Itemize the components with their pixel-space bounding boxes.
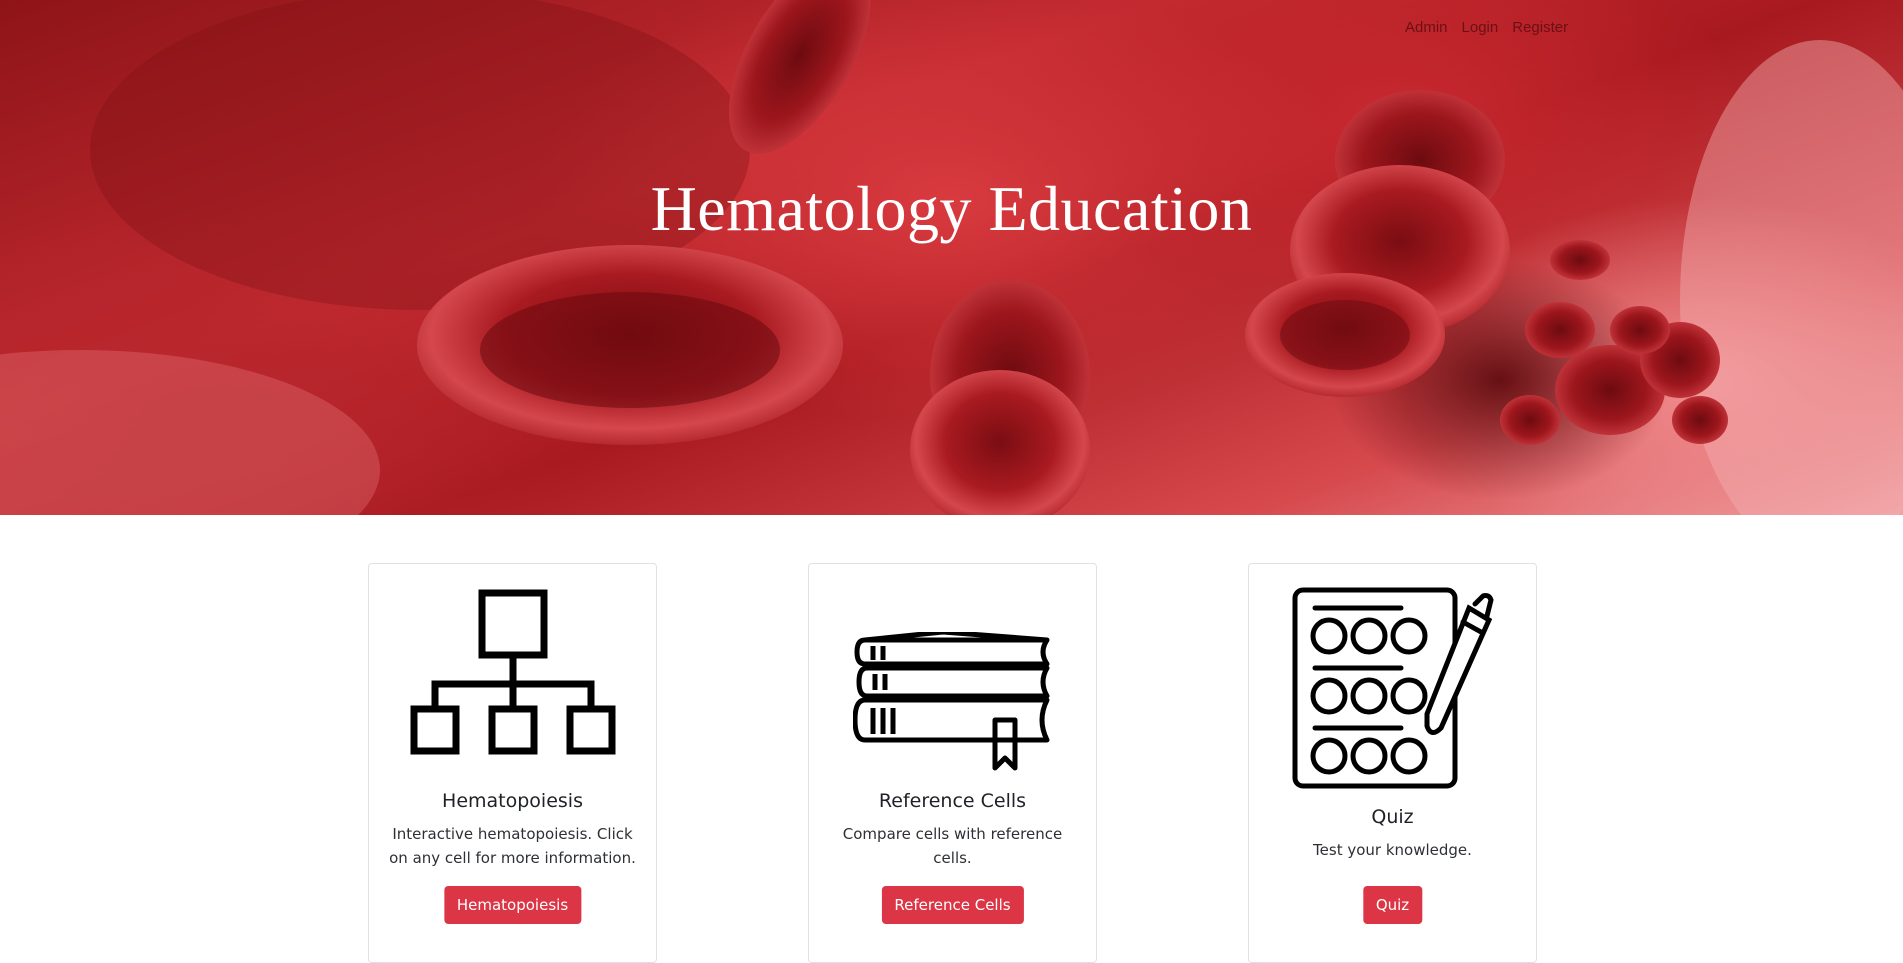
hero-banner: Admin Login Register Hematology Educatio… xyxy=(0,0,1903,515)
blood-cells-background xyxy=(0,0,1903,515)
card-quiz: Quiz Test your knowledge. Quiz xyxy=(1248,563,1537,963)
nav-link-register[interactable]: Register xyxy=(1512,19,1568,36)
card-text: Interactive hematopoiesis. Click on any … xyxy=(389,825,636,867)
quiz-button[interactable]: Quiz xyxy=(1362,886,1423,924)
card-text: Compare cells with reference cells. xyxy=(842,825,1063,867)
reference-cells-button[interactable]: Reference Cells xyxy=(881,886,1024,924)
card-title: Reference Cells xyxy=(878,790,1027,812)
card-reference-cells: Reference Cells Compare cells with refer… xyxy=(808,563,1097,963)
hematopoiesis-button[interactable]: Hematopoiesis xyxy=(443,886,582,924)
quiz-sheet-icon xyxy=(1249,586,1536,790)
nav-link-admin[interactable]: Admin xyxy=(1405,19,1448,36)
card-text: Test your knowledge. xyxy=(1313,841,1472,859)
card-title: Quiz xyxy=(1371,806,1414,828)
books-icon xyxy=(809,632,1096,772)
card-hematopoiesis: Hematopoiesis Interactive hematopoiesis.… xyxy=(368,563,657,963)
top-nav: Admin Login Register xyxy=(1405,19,1568,36)
nav-link-login[interactable]: Login xyxy=(1462,19,1499,36)
page-title: Hematology Education xyxy=(650,173,1253,244)
card-title: Hematopoiesis xyxy=(442,790,583,812)
hierarchy-chart-icon xyxy=(369,589,656,755)
feature-cards: Hematopoiesis Interactive hematopoiesis.… xyxy=(0,563,1903,963)
